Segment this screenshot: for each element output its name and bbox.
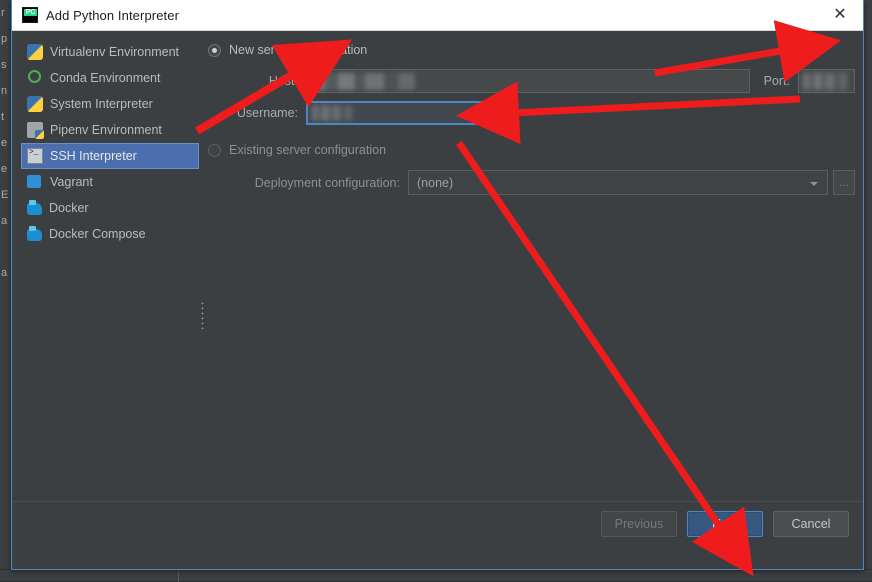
splitter-grip-icon[interactable] — [201, 301, 204, 329]
dialog-button-bar: Previous Next Cancel — [601, 511, 849, 537]
dialog-body: Virtualenv Environment Conda Environment… — [12, 31, 863, 531]
python-icon — [27, 44, 43, 60]
sidebar-item-label: Docker Compose — [49, 227, 146, 241]
host-label: Host: — [208, 74, 306, 88]
existing-server-configuration-label: Existing server configuration — [229, 143, 386, 157]
host-input[interactable] — [306, 69, 750, 93]
sidebar-item-label: Vagrant — [50, 175, 93, 189]
deployment-configuration-label: Deployment configuration: — [208, 176, 408, 190]
python-icon — [27, 96, 43, 112]
port-label: Port: — [750, 74, 798, 88]
ssh-interpreter-form: New server configuration Host: Port: Use… — [208, 39, 855, 523]
radio-icon — [208, 144, 221, 157]
docker-whale-icon — [27, 203, 42, 215]
sidebar-item-virtualenv[interactable]: Virtualenv Environment — [21, 39, 199, 65]
sidebar-item-docker[interactable]: Docker — [21, 195, 199, 221]
new-server-configuration-radio[interactable]: New server configuration — [208, 39, 855, 61]
dialog-footer: Previous Next Cancel — [12, 501, 863, 569]
host-row: Host: Port: — [208, 69, 855, 93]
sidebar-item-label: System Interpreter — [50, 97, 153, 111]
conda-icon — [27, 70, 43, 86]
backdrop-divider — [178, 570, 179, 582]
browse-button[interactable]: ... — [833, 170, 855, 195]
pycharm-icon — [22, 7, 38, 23]
vagrant-icon — [27, 174, 43, 190]
pane-splitter[interactable] — [199, 39, 208, 523]
sidebar-item-conda[interactable]: Conda Environment — [21, 65, 199, 91]
sidebar-item-ssh-interpreter[interactable]: SSH Interpreter — [21, 143, 199, 169]
pipenv-icon — [27, 122, 43, 138]
deployment-configuration-select[interactable]: (none) — [408, 170, 828, 195]
environment-type-list[interactable]: Virtualenv Environment Conda Environment… — [21, 39, 199, 523]
sidebar-item-label: Conda Environment — [50, 71, 160, 85]
username-row: Username: — [208, 101, 855, 125]
host-redacted-value — [311, 73, 415, 90]
docker-compose-icon — [27, 229, 42, 241]
add-python-interpreter-dialog: Add Python Interpreter ✕ Virtualenv Envi… — [11, 0, 864, 570]
sidebar-item-label: Docker — [49, 201, 89, 215]
chevron-down-icon — [810, 182, 818, 186]
sidebar-item-pipenv[interactable]: Pipenv Environment — [21, 117, 199, 143]
new-server-configuration-label: New server configuration — [229, 43, 367, 57]
deployment-configuration-value: (none) — [417, 176, 453, 190]
username-redacted-value — [312, 105, 352, 121]
sidebar-item-vagrant[interactable]: Vagrant — [21, 169, 199, 195]
dialog-title: Add Python Interpreter — [46, 8, 179, 23]
radio-icon — [208, 44, 221, 57]
port-input[interactable] — [798, 69, 855, 93]
sidebar-item-docker-compose[interactable]: Docker Compose — [21, 221, 199, 247]
close-icon[interactable]: ✕ — [817, 0, 863, 30]
sidebar-item-system-interpreter[interactable]: System Interpreter — [21, 91, 199, 117]
port-redacted-value — [803, 73, 847, 90]
username-label: Username: — [208, 106, 306, 120]
sidebar-item-label: Virtualenv Environment — [50, 45, 179, 59]
dialog-titlebar: Add Python Interpreter ✕ — [12, 0, 863, 31]
next-button[interactable]: Next — [687, 511, 763, 537]
username-input[interactable] — [306, 101, 504, 125]
backdrop-status-strip — [0, 569, 872, 581]
sidebar-item-label: SSH Interpreter — [50, 149, 137, 163]
cancel-button[interactable]: Cancel — [773, 511, 849, 537]
sidebar-item-label: Pipenv Environment — [50, 123, 162, 137]
ssh-terminal-icon — [27, 148, 43, 164]
deployment-configuration-row: Deployment configuration: (none) ... — [208, 170, 855, 195]
previous-button[interactable]: Previous — [601, 511, 677, 537]
existing-server-configuration-radio[interactable]: Existing server configuration — [208, 139, 855, 161]
